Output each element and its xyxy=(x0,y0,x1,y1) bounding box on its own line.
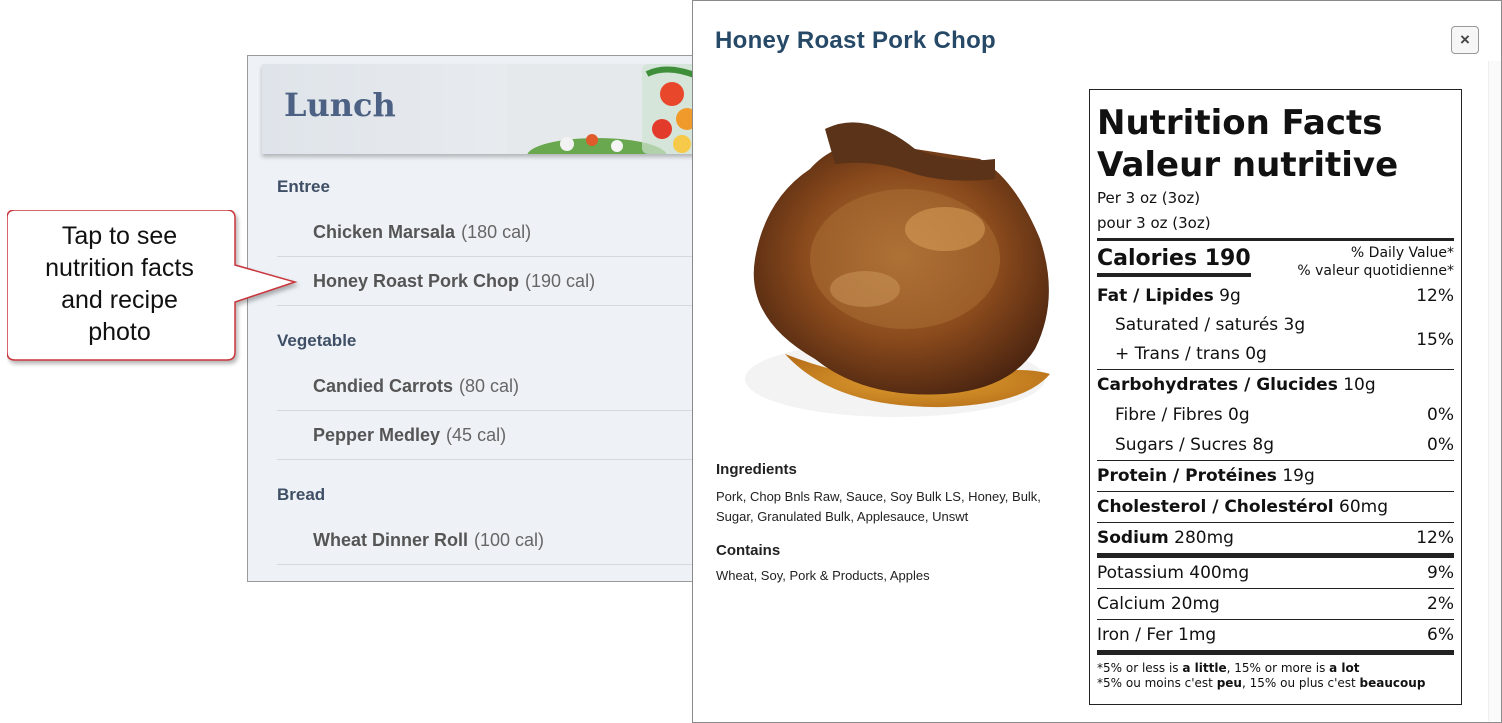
close-icon: × xyxy=(1460,30,1470,49)
sodium-pct: 12% xyxy=(1416,528,1454,548)
category-entree: Entree xyxy=(277,177,330,196)
lunch-menu-panel: Lunch Entree Chicken Marsala (180 cal) Ho… xyxy=(247,55,719,582)
iron-pct: 6% xyxy=(1427,625,1454,645)
protein-row: Protein / Protéines 19g xyxy=(1097,461,1454,491)
modal-scrollbar[interactable] xyxy=(1488,61,1501,721)
nutrition-modal: Honey Roast Pork Chop × Ingredients Pork… xyxy=(692,0,1502,723)
menu-title: Lunch xyxy=(284,86,396,124)
close-button[interactable]: × xyxy=(1451,26,1479,54)
iron-label: Iron / Fer 1mg xyxy=(1097,625,1217,645)
sodium-amount: 280mg xyxy=(1174,528,1234,548)
calories-row: Calories 190 % Daily Value* % valeur quo… xyxy=(1097,241,1454,281)
nutrition-title-en: Nutrition Facts xyxy=(1097,103,1383,143)
serving-size-en: Per 3 oz (3oz) xyxy=(1097,189,1201,207)
saturated-trans-block: Saturated / saturés 3g + Trans / trans 0… xyxy=(1097,311,1454,369)
footnote-en: *5% or less is a little, 15% or more is … xyxy=(1097,661,1360,675)
potassium-row: Potassium 400mg 9% xyxy=(1097,558,1454,588)
daily-value-header: % Daily Value* % valeur quotidienne* xyxy=(1297,244,1454,280)
pork-chop-photo xyxy=(715,89,1073,447)
contains-text: Wheat, Soy, Pork & Products, Apples xyxy=(716,568,930,583)
protein-label: Protein / Protéines xyxy=(1097,466,1277,486)
callout-line: and recipe xyxy=(61,286,178,314)
sugars-row: Sugars / Sucres 8g 0% xyxy=(1097,430,1454,460)
protein-amount: 19g xyxy=(1282,466,1315,486)
daily-value-footnote: *5% or less is a little, 15% or more is … xyxy=(1097,661,1454,691)
ingredients-text: Pork, Chop Bnls Raw, Sauce, Soy Bulk LS,… xyxy=(716,489,1041,524)
cholesterol-amount: 60mg xyxy=(1339,497,1388,517)
sugars-label: Sugars / Sucres 8g xyxy=(1115,435,1275,455)
menu-item-name: Honey Roast Pork Chop xyxy=(313,271,520,291)
carb-amount: 10g xyxy=(1343,375,1376,395)
calories: Calories 190 xyxy=(1097,245,1251,277)
calcium-row: Calcium 20mg 2% xyxy=(1097,589,1454,619)
fibre-pct: 0% xyxy=(1427,405,1454,425)
category-bread: Bread xyxy=(277,485,326,504)
calcium-label: Calcium 20mg xyxy=(1097,594,1220,614)
menu-item-honey-roast-pork-chop[interactable]: Honey Roast Pork Chop (190 cal) xyxy=(277,257,718,306)
menu-item-name: Pepper Medley xyxy=(313,425,441,445)
saturated-trans-pct: 15% xyxy=(1416,330,1454,350)
iron-row: Iron / Fer 1mg 6% xyxy=(1097,620,1454,650)
menu-item-name: Wheat Dinner Roll xyxy=(313,530,469,550)
saturated-row: Saturated / saturés 3g xyxy=(1115,315,1306,335)
callout-line: nutrition facts xyxy=(45,254,194,282)
trans-row: + Trans / trans 0g xyxy=(1115,344,1267,364)
category-vegetable: Vegetable xyxy=(277,331,357,350)
potassium-label: Potassium 400mg xyxy=(1097,563,1250,583)
contains-label: Contains xyxy=(716,542,781,559)
serving-size-fr: pour 3 oz (3oz) xyxy=(1097,214,1211,232)
fat-pct: 12% xyxy=(1416,286,1454,306)
callout-line: photo xyxy=(88,318,151,346)
potassium-pct: 9% xyxy=(1427,563,1454,583)
fat-label: Fat / Lipides xyxy=(1097,286,1214,306)
footnote-fr: *5% ou moins c'est peu, 15% ou plus c'es… xyxy=(1097,676,1426,690)
salad-jar-image xyxy=(507,64,718,154)
menu-header: Lunch xyxy=(262,64,718,154)
callout-line: Tap to see xyxy=(61,222,178,250)
menu-list: Entree Chicken Marsala (180 cal) Honey Ro… xyxy=(277,166,718,565)
menu-item-name: Chicken Marsala xyxy=(313,222,456,242)
sugars-pct: 0% xyxy=(1427,435,1454,455)
sodium-label: Sodium xyxy=(1097,528,1169,548)
menu-item-calories: (190 cal) xyxy=(525,271,596,291)
menu-item-chicken-marsala[interactable]: Chicken Marsala (180 cal) xyxy=(277,208,718,257)
cholesterol-label: Cholesterol / Cholestérol xyxy=(1097,497,1334,517)
callout-text: Tap to see nutrition facts and recipe ph… xyxy=(7,220,232,348)
calcium-pct: 2% xyxy=(1427,594,1454,614)
menu-item-calories: (100 cal) xyxy=(474,530,545,550)
fat-row: Fat / Lipides 9g 12% xyxy=(1097,281,1454,311)
menu-item-candied-carrots[interactable]: Candied Carrots (80 cal) xyxy=(277,362,718,411)
ingredients-label: Ingredients xyxy=(716,461,797,478)
nutrition-title-fr: Valeur nutritive xyxy=(1097,145,1399,185)
carb-label: Carbohydrates / Glucides xyxy=(1097,375,1338,395)
daily-value-fr: % valeur quotidienne* xyxy=(1297,263,1454,279)
daily-value-en: % Daily Value* xyxy=(1350,245,1454,261)
menu-item-name: Candied Carrots xyxy=(313,376,454,396)
fat-amount: 9g xyxy=(1219,286,1241,306)
nutrition-facts-label: Nutrition Facts Valeur nutritive Per 3 o… xyxy=(1089,89,1462,705)
menu-item-pepper-medley[interactable]: Pepper Medley (45 cal) xyxy=(277,411,718,460)
modal-title: Honey Roast Pork Chop xyxy=(715,27,996,54)
carbohydrate-row: Carbohydrates / Glucides 10g xyxy=(1097,370,1454,400)
menu-item-calories: (45 cal) xyxy=(446,425,507,445)
menu-item-calories: (180 cal) xyxy=(461,222,532,242)
sodium-row: Sodium 280mg 12% xyxy=(1097,523,1454,553)
fibre-row: Fibre / Fibres 0g 0% xyxy=(1097,400,1454,430)
menu-item-calories: (80 cal) xyxy=(459,376,520,396)
fibre-label: Fibre / Fibres 0g xyxy=(1115,405,1250,425)
menu-item-wheat-dinner-roll[interactable]: Wheat Dinner Roll (100 cal) xyxy=(277,516,718,565)
cholesterol-row: Cholesterol / Cholestérol 60mg xyxy=(1097,492,1454,522)
